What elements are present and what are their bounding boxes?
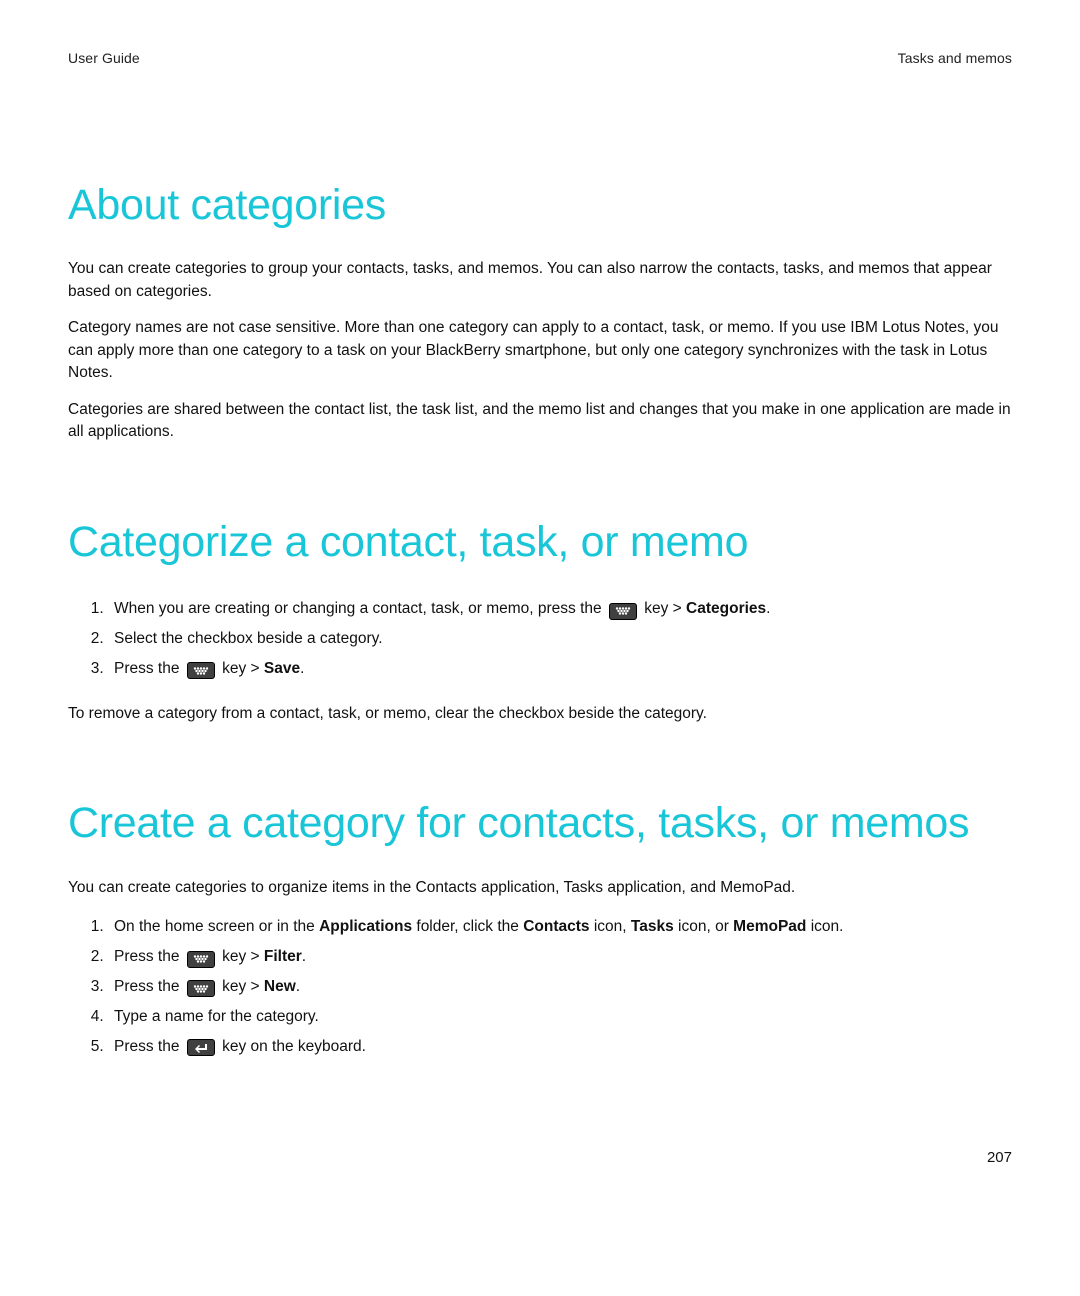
list-item: Press the key on the keyboard.	[108, 1033, 1012, 1063]
list-item: When you are creating or changing a cont…	[108, 595, 1012, 625]
list-item: Press the key > Filter.	[108, 943, 1012, 973]
step-text: Press the	[114, 1038, 184, 1055]
step-bold: Contacts	[523, 918, 589, 935]
step-text: icon, or	[674, 918, 733, 935]
menu-key-icon	[187, 662, 215, 679]
step-bold: New	[264, 978, 296, 995]
page-number: 207	[987, 1149, 1012, 1166]
body-text: You can create categories to organize it…	[68, 877, 1012, 899]
step-bold: Categories	[686, 600, 766, 617]
step-text: When you are creating or changing a cont…	[114, 600, 606, 617]
step-text: key >	[218, 660, 264, 677]
step-text: Press the	[114, 660, 184, 677]
step-bold: Tasks	[631, 918, 674, 935]
step-bold: Applications	[319, 918, 412, 935]
list-item: Type a name for the category.	[108, 1003, 1012, 1033]
menu-key-icon	[187, 951, 215, 968]
enter-key-icon	[187, 1039, 215, 1056]
list-item: On the home screen or in the Application…	[108, 913, 1012, 943]
body-text: You can create categories to group your …	[68, 258, 1012, 303]
step-text: folder, click the	[412, 918, 523, 935]
document-page: User Guide Tasks and memos About categor…	[0, 0, 1080, 1296]
body-text: Category names are not case sensitive. M…	[68, 317, 1012, 384]
step-text: key >	[640, 600, 686, 617]
step-text: .	[300, 660, 304, 677]
step-text: .	[766, 600, 770, 617]
step-text: Select the checkbox beside a category.	[114, 630, 383, 647]
heading-create-category: Create a category for contacts, tasks, o…	[68, 799, 1012, 848]
heading-categorize: Categorize a contact, task, or memo	[68, 518, 1012, 567]
ordered-list: On the home screen or in the Application…	[68, 913, 1012, 1062]
step-text: icon,	[590, 918, 631, 935]
step-text: .	[296, 978, 300, 995]
step-text: icon.	[806, 918, 843, 935]
list-item: Select the checkbox beside a category.	[108, 625, 1012, 655]
body-text: To remove a category from a contact, tas…	[68, 703, 1012, 725]
header-right: Tasks and memos	[898, 50, 1012, 66]
step-text: key on the keyboard.	[218, 1038, 366, 1055]
page-header: User Guide Tasks and memos	[68, 50, 1012, 66]
step-text: Press the	[114, 978, 184, 995]
step-bold: MemoPad	[733, 918, 806, 935]
list-item: Press the key > Save.	[108, 655, 1012, 685]
step-text: key >	[218, 978, 264, 995]
list-item: Press the key > New.	[108, 973, 1012, 1003]
menu-key-icon	[187, 980, 215, 997]
step-bold: Save	[264, 660, 300, 677]
body-text: Categories are shared between the contac…	[68, 399, 1012, 444]
step-bold: Filter	[264, 948, 302, 965]
menu-key-icon	[609, 603, 637, 620]
step-text: Type a name for the category.	[114, 1008, 319, 1025]
ordered-list: When you are creating or changing a cont…	[68, 595, 1012, 685]
heading-about-categories: About categories	[68, 181, 1012, 230]
header-left: User Guide	[68, 50, 140, 66]
step-text: key >	[218, 948, 264, 965]
step-text: Press the	[114, 948, 184, 965]
step-text: On the home screen or in the	[114, 918, 319, 935]
step-text: .	[302, 948, 306, 965]
